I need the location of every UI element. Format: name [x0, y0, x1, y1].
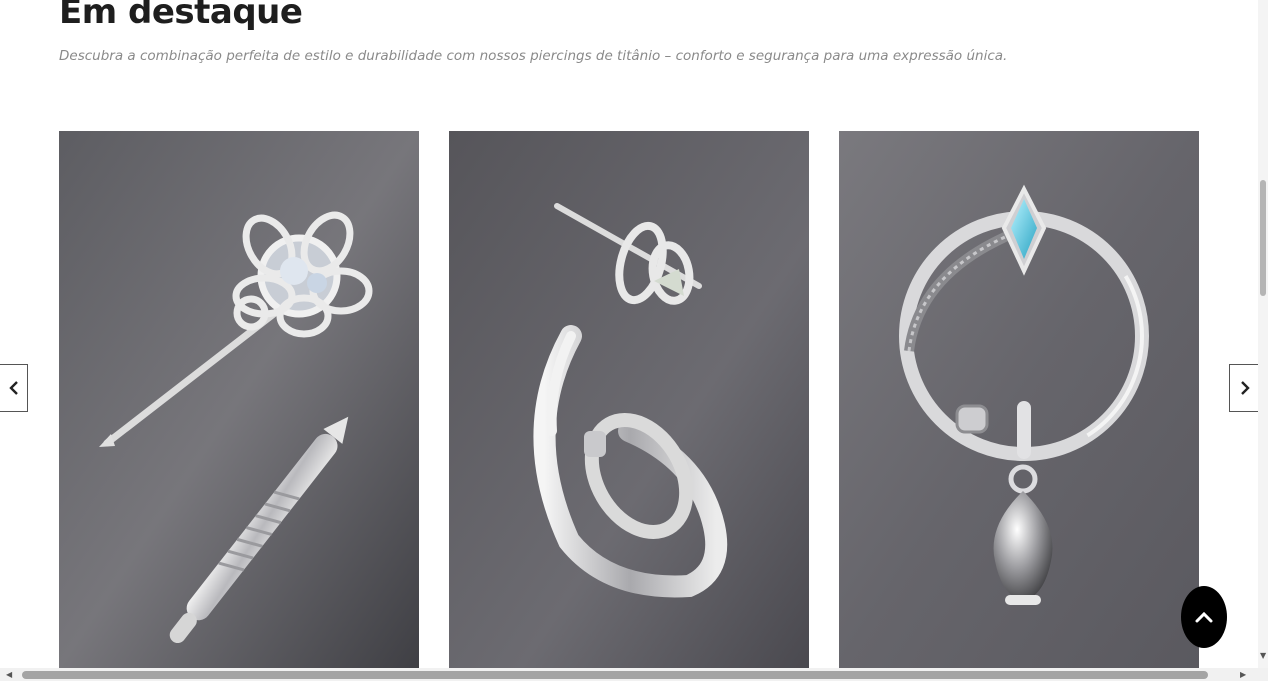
horizontal-scrollbar[interactable]: ◀ ▶	[0, 668, 1268, 681]
product-image[interactable]	[449, 131, 809, 668]
chevron-up-icon	[1195, 611, 1213, 623]
product-card[interactable]	[449, 131, 809, 668]
product-card[interactable]	[839, 131, 1199, 668]
chevron-left-icon	[8, 381, 18, 395]
section-title: Em destaque	[59, 0, 303, 32]
product-carousel	[59, 131, 1199, 668]
carousel-prev-button[interactable]	[0, 364, 28, 412]
scroll-left-icon[interactable]: ◀	[6, 671, 12, 679]
product-card[interactable]	[59, 131, 419, 668]
chevron-right-icon	[1240, 381, 1250, 395]
section-subtitle: Descubra a combinação perfeita de estilo…	[59, 48, 1008, 64]
product-image[interactable]	[59, 131, 419, 668]
vertical-scrollbar[interactable]: ▼	[1258, 0, 1268, 668]
horizontal-scrollbar-thumb[interactable]	[22, 671, 1208, 679]
back-to-top-button[interactable]	[1181, 586, 1227, 648]
product-image[interactable]	[839, 131, 1199, 668]
vertical-scrollbar-thumb[interactable]	[1260, 180, 1266, 296]
scroll-right-icon[interactable]: ▶	[1240, 671, 1246, 679]
carousel-next-button[interactable]	[1229, 364, 1259, 412]
scroll-down-icon[interactable]: ▼	[1260, 652, 1266, 660]
